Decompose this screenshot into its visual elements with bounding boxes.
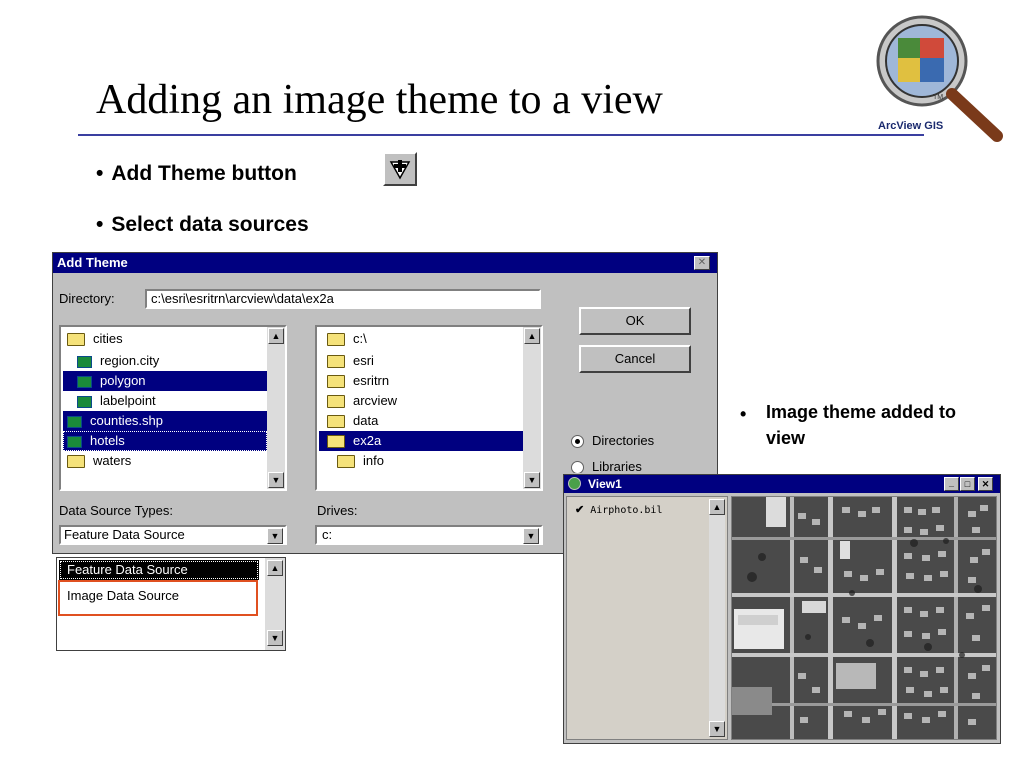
- logo-text: ArcView GIS: [878, 120, 944, 132]
- theme-entry[interactable]: ✔ Airphoto.bil: [575, 503, 662, 516]
- list-item[interactable]: waters: [63, 451, 267, 471]
- list-item[interactable]: cities: [63, 329, 267, 349]
- list-item[interactable]: esritrn: [319, 371, 527, 391]
- dropdown-scrollbar[interactable]: ▲ ▼: [265, 558, 285, 650]
- scroll-down-icon[interactable]: ▼: [524, 472, 540, 488]
- logo-tm: TM: [933, 94, 944, 101]
- directory-label: Directory:: [59, 291, 115, 306]
- side-bullet-line1: Image theme added to: [766, 402, 957, 422]
- folder-open-icon: [327, 333, 345, 347]
- folder-open-icon: [67, 333, 85, 347]
- scroll-up-icon[interactable]: ▲: [709, 499, 725, 515]
- drives-select[interactable]: c: ▼: [315, 525, 543, 545]
- list-item[interactable]: arcview: [319, 391, 527, 411]
- list-item[interactable]: data: [319, 411, 527, 431]
- side-bullet-line2: view: [766, 428, 806, 448]
- aerial-photo-map[interactable]: [731, 496, 997, 740]
- image-theme-icon: [67, 415, 82, 428]
- image-data-source-highlight: [58, 580, 258, 616]
- title-divider: [78, 134, 924, 136]
- view-table-of-contents: ✔ Airphoto.bil ▲ ▼: [566, 496, 728, 740]
- minimize-icon[interactable]: _: [944, 477, 959, 491]
- list-item[interactable]: info: [319, 451, 527, 471]
- list-item[interactable]: labelpoint: [63, 391, 267, 411]
- folder-open-icon: [327, 415, 345, 429]
- view-icon: [568, 477, 581, 490]
- aerial-photo-image: [732, 497, 996, 739]
- file-list-scrollbar[interactable]: ▲ ▼: [267, 327, 285, 489]
- bullet-select-sources: • Select data sources: [96, 213, 309, 236]
- side-bullet-dot: •: [740, 404, 747, 424]
- radio-directories[interactable]: Directories: [571, 433, 654, 449]
- cancel-button[interactable]: Cancel: [579, 345, 691, 373]
- folder-open-icon: [327, 435, 345, 449]
- folder-open-icon: [327, 355, 345, 369]
- folder-icon: [337, 455, 355, 469]
- checkbox-checked-icon[interactable]: ✔: [575, 504, 584, 516]
- image-theme-icon: [77, 375, 92, 388]
- folder-open-icon: [327, 395, 345, 409]
- radio-libraries[interactable]: Libraries: [571, 459, 642, 473]
- scroll-up-icon[interactable]: ▲: [268, 328, 284, 344]
- scroll-down-icon[interactable]: ▼: [709, 721, 725, 737]
- add-theme-icon: [389, 160, 411, 180]
- drives-label: Drives:: [317, 503, 358, 518]
- image-theme-icon: [77, 355, 92, 368]
- chevron-down-icon[interactable]: ▼: [267, 528, 283, 544]
- scroll-up-icon[interactable]: ▲: [524, 328, 540, 344]
- list-item[interactable]: hotels: [63, 431, 267, 451]
- radio-icon: [571, 461, 584, 473]
- radio-selected-icon: [571, 435, 584, 449]
- scroll-down-icon[interactable]: ▼: [267, 630, 283, 646]
- data-source-types-label: Data Source Types:: [59, 503, 173, 518]
- directory-list-scrollbar[interactable]: ▲ ▼: [523, 327, 541, 489]
- directory-list[interactable]: c:\ esri esritrn arcview data ex2a info …: [315, 325, 543, 491]
- scroll-up-icon[interactable]: ▲: [267, 560, 283, 576]
- list-item[interactable]: c:\: [319, 329, 527, 349]
- close-icon[interactable]: ✕: [694, 256, 710, 270]
- image-theme-icon: [77, 395, 92, 408]
- slide-title: Adding an image theme to a view: [96, 77, 663, 123]
- list-item[interactable]: ex2a: [319, 431, 527, 451]
- maximize-icon[interactable]: □: [960, 477, 975, 491]
- view1-titlebar: View1 _ □ ✕: [564, 475, 1000, 493]
- folder-open-icon: [327, 375, 345, 389]
- list-item[interactable]: counties.shp: [63, 411, 267, 431]
- ok-button[interactable]: OK: [579, 307, 691, 335]
- chevron-down-icon[interactable]: ▼: [523, 528, 539, 544]
- folder-icon: [67, 455, 85, 469]
- directory-field[interactable]: c:\esri\esritrn\arcview\data\ex2a: [145, 289, 541, 309]
- image-theme-icon: [67, 435, 82, 448]
- toc-scrollbar[interactable]: ▲ ▼: [709, 499, 725, 737]
- bullet-add-theme: • Add Theme button: [96, 162, 297, 185]
- list-item[interactable]: esri: [319, 351, 527, 371]
- list-item[interactable]: polygon: [63, 371, 267, 391]
- list-item[interactable]: region.city: [63, 351, 267, 371]
- scroll-down-icon[interactable]: ▼: [268, 472, 284, 488]
- dropdown-option-feature[interactable]: Feature Data Source: [59, 560, 259, 580]
- close-icon[interactable]: ✕: [978, 477, 993, 491]
- add-theme-button[interactable]: [383, 152, 417, 186]
- data-source-select[interactable]: Feature Data Source ▼: [59, 525, 287, 545]
- dialog-titlebar: Add Theme: [53, 253, 717, 273]
- dialog-title: Add Theme: [57, 255, 128, 270]
- file-list[interactable]: cities region.city polygon labelpoint co…: [59, 325, 287, 491]
